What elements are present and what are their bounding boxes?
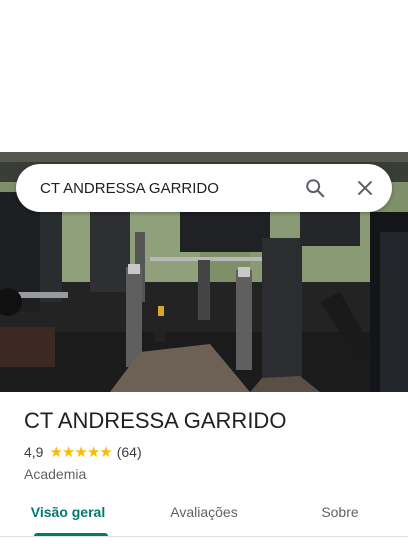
star-icon: ★ — [99, 443, 112, 461]
search-icon[interactable] — [303, 176, 327, 200]
tab-label: Avaliações — [170, 504, 238, 520]
place-title: CT ANDRESSA GARRIDO — [24, 408, 287, 433]
tab-label: Sobre — [321, 504, 359, 520]
tab-reviews[interactable]: Avaliações — [136, 488, 272, 536]
star-icon: ★ — [86, 443, 100, 461]
search-bar[interactable]: CT ANDRESSA GARRIDO — [16, 164, 392, 212]
tab-about[interactable]: Sobre — [272, 488, 408, 536]
star-rating: ★ ★ ★ ★ ★ — [49, 443, 112, 461]
tab-overview[interactable]: Visão geral — [0, 488, 136, 536]
rating-value: 4,9 — [24, 444, 44, 460]
star-icon: ★ — [74, 443, 87, 461]
review-count[interactable]: (64) — [117, 444, 142, 460]
place-panel: CT ANDRESSA GARRIDO CT ANDRESSA GARRIDO … — [0, 0, 408, 544]
tabs-divider — [0, 536, 408, 537]
star-icon: ★ — [49, 443, 62, 461]
search-input[interactable]: CT ANDRESSA GARRIDO — [16, 180, 303, 197]
place-category[interactable]: Academia — [24, 464, 392, 484]
close-icon[interactable] — [353, 176, 377, 200]
place-tabs: Visão geral Avaliações Sobre — [0, 488, 408, 536]
place-info: CT ANDRESSA GARRIDO 4,9 ★ ★ ★ ★ ★ (64) A… — [24, 406, 392, 484]
star-icon: ★ — [61, 443, 75, 461]
tab-label: Visão geral — [30, 504, 106, 520]
rating-row[interactable]: 4,9 ★ ★ ★ ★ ★ (64) — [24, 442, 392, 462]
